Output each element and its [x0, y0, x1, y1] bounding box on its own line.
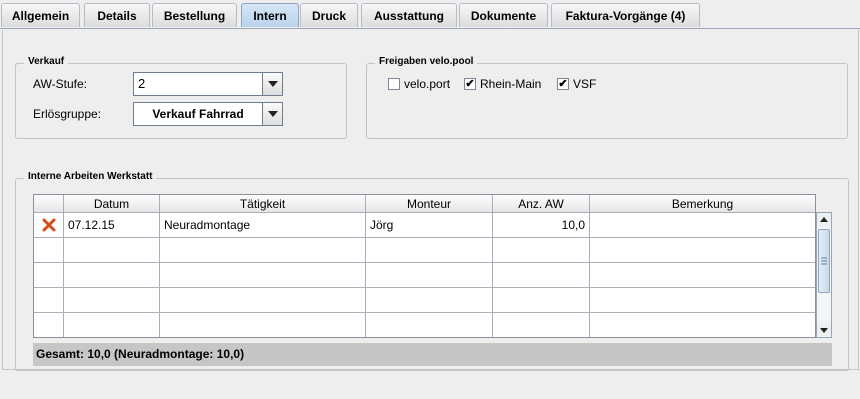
tab-ausstattung[interactable]: Ausstattung [361, 3, 457, 27]
table-row [34, 238, 64, 263]
column-header-monteur[interactable]: Monteur [366, 195, 493, 213]
table-row [34, 288, 64, 313]
cell-monteur[interactable] [366, 313, 493, 337]
summary-bar: Gesamt: 10,0 (Neuradmontage: 10,0) [33, 343, 832, 366]
freigaben-group: Freigaben velo.pool [366, 56, 848, 139]
cell-bemerkung[interactable] [590, 238, 815, 263]
scroll-down-button[interactable] [817, 323, 831, 337]
tab-allgemein[interactable]: Allgemein [1, 3, 80, 27]
chevron-down-icon[interactable] [262, 103, 282, 125]
cell-taetigkeit[interactable] [160, 263, 366, 288]
erloesgruppe-select[interactable]: Verkauf Fahrrad [133, 102, 283, 126]
checkbox-box[interactable] [388, 78, 400, 90]
cell-anz-aw[interactable]: 10,0 [493, 213, 590, 238]
freigaben-group-title: Freigaben velo.pool [375, 56, 478, 67]
column-header-taetigkeit[interactable]: Tätigkeit [160, 195, 366, 213]
cell-taetigkeit[interactable] [160, 288, 366, 313]
tab-bar: Allgemein Details Bestellung Intern Druc… [0, 0, 860, 29]
cell-bemerkung[interactable] [590, 263, 815, 288]
cell-datum[interactable] [64, 288, 160, 313]
cell-anz-aw[interactable] [493, 288, 590, 313]
cell-anz-aw[interactable] [493, 263, 590, 288]
aw-stufe-value: 2 [138, 76, 146, 91]
cell-datum[interactable]: 07.12.15 [64, 213, 160, 238]
column-header-datum[interactable]: Datum [64, 195, 160, 213]
checkbox-box[interactable]: ✔ [557, 78, 569, 90]
tab-bestellung[interactable]: Bestellung [152, 3, 237, 27]
cell-monteur[interactable] [366, 238, 493, 263]
erloesgruppe-value: Verkauf Fahrrad [152, 107, 244, 121]
table-row [34, 213, 64, 238]
werkstatt-table: Datum Tätigkeit Monteur Anz. AW Bemerkun… [33, 194, 816, 338]
cell-anz-aw[interactable] [493, 238, 590, 263]
column-header-anz-aw[interactable]: Anz. AW [493, 195, 590, 213]
tab-faktura-vorgaenge[interactable]: Faktura-Vorgänge (4) [551, 3, 700, 27]
erloesgruppe-label: Erlösgruppe: [33, 107, 102, 121]
tab-intern[interactable]: Intern [241, 3, 299, 27]
checkbox-label: Rhein-Main [480, 77, 542, 91]
grip-icon [821, 257, 827, 265]
cell-bemerkung[interactable] [590, 288, 815, 313]
delete-x-icon[interactable] [42, 218, 56, 232]
cell-taetigkeit[interactable] [160, 313, 366, 337]
cell-anz-aw[interactable] [493, 313, 590, 337]
cell-datum[interactable] [64, 238, 160, 263]
cell-datum[interactable] [64, 263, 160, 288]
scroll-thumb[interactable] [818, 229, 830, 293]
cell-taetigkeit[interactable] [160, 238, 366, 263]
triangle-up-icon [820, 217, 828, 222]
tab-details[interactable]: Details [84, 3, 150, 27]
tab-dokumente[interactable]: Dokumente [459, 3, 548, 27]
table-row [34, 263, 64, 288]
tab-druck[interactable]: Druck [300, 3, 358, 27]
cell-monteur[interactable]: Jörg [366, 213, 493, 238]
cell-taetigkeit[interactable]: Neuradmontage [160, 213, 366, 238]
cell-monteur[interactable] [366, 288, 493, 313]
chevron-down-icon[interactable] [262, 73, 282, 95]
column-header-action[interactable] [34, 195, 64, 213]
cell-bemerkung[interactable] [590, 213, 815, 238]
checkbox-label: velo.port [404, 77, 451, 91]
cell-monteur[interactable] [366, 263, 493, 288]
scroll-up-button[interactable] [817, 213, 831, 227]
checkbox-box[interactable]: ✔ [464, 78, 476, 90]
aw-stufe-select[interactable]: 2 [133, 72, 283, 96]
aw-stufe-label: AW-Stufe: [33, 77, 88, 91]
triangle-down-icon [820, 328, 828, 333]
table-scrollbar[interactable] [816, 212, 832, 338]
checkbox-label: VSF [573, 77, 597, 91]
cell-bemerkung[interactable] [590, 313, 815, 337]
column-header-bemerkung[interactable]: Bemerkung [590, 195, 815, 213]
cell-datum[interactable] [64, 313, 160, 337]
table-row [34, 313, 64, 337]
werkstatt-group-title: Interne Arbeiten Werkstatt [24, 171, 157, 182]
verkauf-group-title: Verkauf [24, 56, 69, 67]
